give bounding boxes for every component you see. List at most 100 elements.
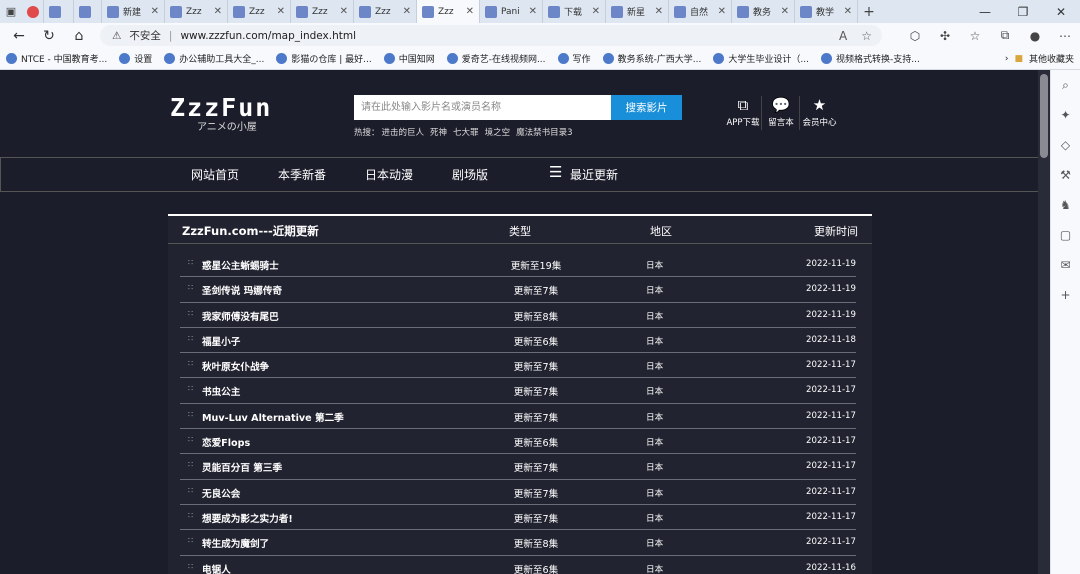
bookmark-item[interactable]: 办公辅助工具大全_... — [158, 52, 270, 65]
avatar[interactable]: ● — [1020, 29, 1050, 43]
tag-icon[interactable]: ◇ — [1051, 130, 1080, 160]
browser-tab[interactable]: 教学 ✕ — [795, 0, 858, 23]
tab-favicon-icon — [27, 5, 39, 18]
tab-close-icon[interactable]: ✕ — [214, 6, 222, 17]
hot-search-link[interactable]: 进击的巨人 — [382, 126, 425, 138]
back-icon[interactable]: ← — [4, 28, 34, 44]
anime-title-link[interactable]: 书虫公主 — [202, 384, 240, 398]
tab-close-icon[interactable]: ✕ — [403, 6, 411, 17]
header-tool-button[interactable]: ★ 会员中心 — [801, 96, 838, 130]
browser-tab[interactable]: Pani ✕ — [480, 0, 543, 23]
anime-title-link[interactable]: 想要成为影之实力者! — [202, 511, 293, 525]
extension-icon[interactable]: ⬡ — [900, 29, 930, 43]
anime-title-link[interactable]: 秋叶原女仆战争 — [202, 359, 269, 373]
header-tool-button[interactable]: 💬 留言本 — [763, 96, 800, 130]
bookmark-item[interactable]: 设置 — [113, 52, 158, 65]
bookmark-item[interactable]: 教务系统-广西大学... — [597, 52, 708, 65]
new-tab-button[interactable]: + — [858, 0, 880, 23]
tab-close-icon[interactable]: ✕ — [340, 6, 348, 17]
nav-home[interactable]: 网站首页 — [191, 166, 239, 183]
browser-tab[interactable]: Zzz ✕ — [354, 0, 417, 23]
tab-close-icon[interactable]: ✕ — [466, 6, 474, 17]
read-aloud-icon[interactable]: A — [839, 29, 847, 43]
bookmark-item[interactable]: 影猫の仓库 | 最好... — [270, 52, 377, 65]
discover-icon[interactable]: ✦ — [1051, 100, 1080, 130]
favorite-star-icon[interactable]: ☆ — [861, 29, 872, 43]
bookmark-item[interactable]: 爱奇艺-在线视频网... — [441, 52, 552, 65]
table-title: ZzzFun.com---近期更新 — [182, 224, 319, 238]
search-button[interactable]: 搜索影片 — [611, 95, 682, 120]
hot-search-link[interactable]: 七大罪 — [453, 126, 479, 138]
bookmark-item[interactable]: NTCE - 中国教育考... — [0, 52, 113, 65]
hot-search-link[interactable]: 死神 — [430, 126, 447, 138]
anime-title-link[interactable]: 灵能百分百 第三季 — [202, 460, 282, 474]
browser-tab[interactable] — [44, 0, 74, 23]
games-icon[interactable]: ♞ — [1051, 190, 1080, 220]
nav-anime[interactable]: 日本动漫 — [365, 166, 413, 183]
browser-tab[interactable]: Zzz ✕ — [291, 0, 354, 23]
url-field[interactable]: ⚠ 不安全 | www.zzzfun.com/map_index.html A … — [100, 25, 882, 46]
anime-title-link[interactable]: Muv-Luv Alternative 第二季 — [202, 410, 344, 424]
tab-close-icon[interactable]: ✕ — [529, 6, 537, 17]
tab-close-icon[interactable]: ✕ — [781, 6, 789, 17]
search-input[interactable] — [354, 95, 611, 120]
browser-tab[interactable]: 下载 ✕ — [543, 0, 606, 23]
tab-close-icon[interactable]: ✕ — [844, 6, 852, 17]
tab-label: 下载 — [564, 8, 583, 18]
browser-tab[interactable]: 新星 ✕ — [606, 0, 669, 23]
page-scrollbar[interactable] — [1038, 70, 1050, 574]
anime-title-link[interactable]: 电锯人 — [202, 562, 231, 574]
bookmark-item[interactable]: 视频格式转换-支持... — [815, 52, 926, 65]
anime-title-link[interactable]: 我家师傅没有尾巴 — [202, 309, 279, 323]
anime-title-link[interactable]: 无良公会 — [202, 486, 240, 500]
tab-close-icon[interactable]: ✕ — [655, 6, 663, 17]
close-window-icon[interactable]: ✕ — [1042, 5, 1080, 19]
tab-actions-icon[interactable]: ▣ — [0, 0, 22, 23]
search-icon[interactable]: ⌕ — [1051, 70, 1080, 100]
browser-tab[interactable]: Zzz ✕ — [165, 0, 228, 23]
refresh-icon[interactable]: ↻ — [34, 28, 64, 44]
anime-title-link[interactable]: 福星小子 — [202, 334, 240, 348]
tab-close-icon[interactable]: ✕ — [592, 6, 600, 17]
anime-title-link[interactable]: 恋爱Flops — [202, 435, 250, 449]
anime-title-link[interactable]: 惑星公主蜥蜴骑士 — [202, 258, 279, 272]
nav-movie[interactable]: 剧场版 — [452, 166, 488, 183]
browser-tab[interactable]: 自然 ✕ — [669, 0, 732, 23]
home-icon[interactable]: ⌂ — [64, 28, 94, 44]
add-icon[interactable]: + — [1051, 280, 1080, 310]
browser-tab[interactable]: Zzz ✕ — [228, 0, 291, 23]
browser-tab[interactable]: 教务 ✕ — [732, 0, 795, 23]
tools-icon[interactable]: ⚒ — [1051, 160, 1080, 190]
office-icon[interactable]: ▢ — [1051, 220, 1080, 250]
tab-close-icon[interactable]: ✕ — [151, 6, 159, 17]
scroll-thumb[interactable] — [1040, 74, 1048, 158]
anime-title-link[interactable]: 圣剑传说 玛娜传奇 — [202, 283, 282, 297]
other-bookmarks[interactable]: 其他收藏夹 — [1029, 52, 1074, 65]
maximize-icon[interactable]: ❐ — [1004, 5, 1042, 19]
tab-close-icon[interactable]: ✕ — [277, 6, 285, 17]
chevron-right-icon[interactable]: › — [1005, 54, 1009, 64]
header-tool-button[interactable]: ⧉ APP下载 — [725, 96, 762, 130]
bookmark-item[interactable]: 写作 — [552, 52, 597, 65]
nav-recent[interactable]: 最近更新 — [570, 166, 618, 183]
browser-tab[interactable]: 新建 ✕ — [102, 0, 165, 23]
hot-search-link[interactable]: 魔法禁书目录3 — [516, 126, 572, 138]
anime-title-link[interactable]: 转生成为魔剑了 — [202, 536, 269, 550]
browser-tab[interactable] — [74, 0, 102, 23]
nav-season[interactable]: 本季新番 — [278, 166, 326, 183]
favorites-icon[interactable]: ☆ — [960, 29, 990, 43]
minimize-icon[interactable]: — — [966, 5, 1004, 19]
bookmark-label: 教务系统-广西大学... — [617, 55, 702, 65]
browser-tab[interactable]: Zzz ✕ — [417, 0, 480, 23]
tab-close-icon[interactable]: ✕ — [718, 6, 726, 17]
outlook-icon[interactable]: ✉ — [1051, 250, 1080, 280]
site-logo[interactable]: ZzzFun アニメの小屋 — [170, 95, 272, 133]
bookmark-item[interactable]: 大学生毕业设计（... — [707, 52, 815, 65]
update-date: 2022-11-19 — [806, 284, 856, 295]
hot-search-link[interactable]: 境之空 — [485, 126, 511, 138]
more-icon[interactable]: ⋯ — [1050, 29, 1080, 43]
collections-icon[interactable]: ⧉ — [990, 28, 1020, 43]
bookmark-item[interactable]: 中国知网 — [378, 52, 441, 65]
browser-tab[interactable] — [22, 0, 44, 23]
puzzle-icon[interactable]: ✣ — [930, 29, 960, 43]
